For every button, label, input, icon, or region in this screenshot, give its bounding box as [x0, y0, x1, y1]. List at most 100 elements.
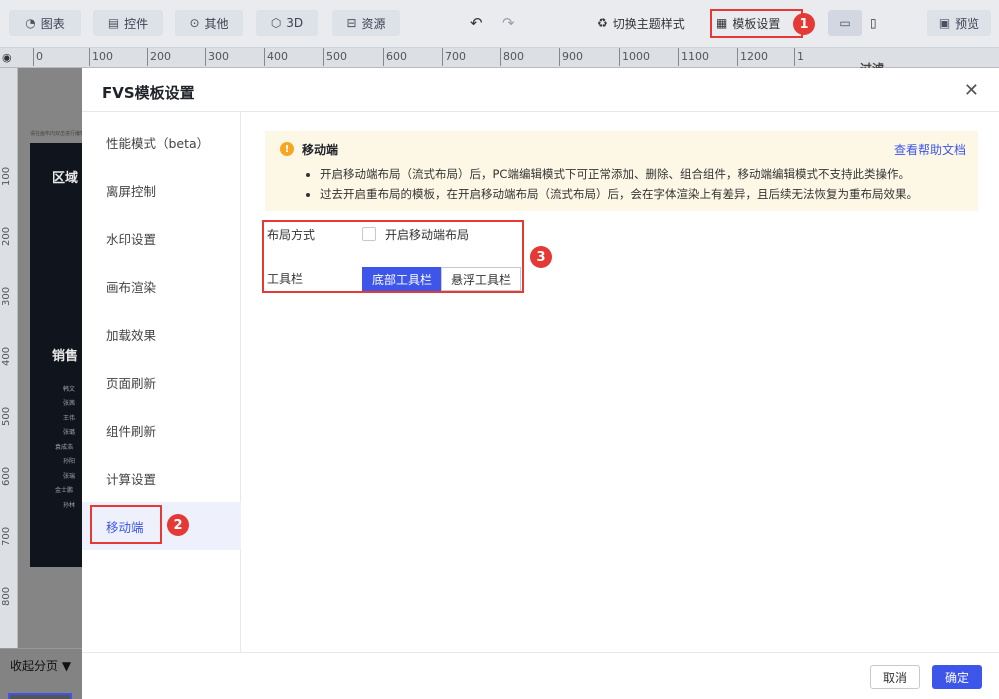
dialog-title: FVS模板设置 — [102, 84, 195, 102]
canvas-hint: 请在画布内双击进行编辑 — [30, 131, 86, 137]
preview-label: 预览 — [955, 16, 980, 31]
warning-icon: ! — [280, 142, 294, 156]
dashboard-panel[interactable]: 区域 销售 韩文 张茜 王伟 张璐 袁成浩 孙阳 张瑞 金士鹏 孙林 — [30, 143, 84, 567]
widget-icon: ▤ — [107, 16, 120, 30]
sidebar-item-calculation[interactable]: 计算设置 — [82, 454, 241, 502]
eye-icon[interactable]: ◉ — [2, 51, 12, 64]
settings-sidebar: 性能模式（beta） 离屏控制 水印设置 画布渲染 加载效果 页面刷新 组件刷新… — [82, 112, 241, 652]
sidebar-item-label: 加载效果 — [106, 327, 157, 343]
panel-name: 张瑞 — [63, 473, 76, 480]
panel-name: 孙林 — [63, 502, 76, 509]
dialog-footer: 取消 确定 — [82, 652, 999, 699]
ruler-tick: 800 — [500, 48, 524, 66]
chart-label: 图表 — [40, 16, 65, 31]
three-d-button[interactable]: ⬡ 3D — [256, 10, 318, 36]
main-toolbar: ◔ 图表 ▤ 控件 ⊙ 其他 ⬡ 3D ⊟ 资源 ↶ ↷ ♻ 切换主题样式 ▦ … — [0, 0, 999, 48]
sidebar-item-label: 水印设置 — [106, 231, 157, 247]
panel-name: 张璐 — [63, 429, 76, 436]
box-icon: ⊟ — [346, 16, 357, 30]
help-doc-link[interactable]: 查看帮助文档 — [894, 141, 966, 158]
collapse-pages-button[interactable]: 收起分页 ▼ — [10, 657, 71, 674]
annotation-badge-3: 3 — [530, 246, 552, 268]
ruler-tick: 800 — [1, 586, 12, 606]
page-thumbnail[interactable] — [8, 693, 72, 699]
resource-button[interactable]: ⊟ 资源 — [332, 10, 400, 36]
other-label: 其他 — [204, 16, 229, 31]
panel-name: 孙阳 — [63, 458, 76, 465]
dialog-header: FVS模板设置 ✕ — [82, 68, 999, 112]
phone-icon: ▯ — [870, 16, 877, 30]
preview-icon: ▣ — [938, 16, 951, 30]
other-button[interactable]: ⊙ 其他 — [175, 10, 243, 36]
cancel-button[interactable]: 取消 — [870, 665, 920, 689]
ruler-tick: 200 — [1, 226, 12, 246]
ruler-tick: 700 — [1, 526, 12, 546]
close-icon[interactable]: ✕ — [964, 80, 979, 101]
panel-name: 张茜 — [63, 400, 76, 407]
panel-title: 区域 — [52, 171, 79, 186]
ruler-tick: 0 — [33, 48, 43, 66]
widget-label: 控件 — [124, 16, 149, 31]
cube-icon: ⬡ — [270, 16, 282, 30]
theme-label: 切换主题样式 — [612, 16, 685, 31]
undo-icon: ↶ — [470, 14, 483, 32]
undo-button[interactable]: ↶ — [470, 10, 483, 36]
panel-name: 金士鹏 — [55, 487, 74, 494]
chart-button[interactable]: ◔ 图表 — [9, 10, 81, 36]
sidebar-item-performance[interactable]: 性能模式（beta） — [82, 118, 241, 166]
ruler-tick: 600 — [383, 48, 407, 66]
notice-title: 移动端 — [302, 143, 339, 157]
template-settings-dialog: FVS模板设置 ✕ 性能模式（beta） 离屏控制 水印设置 画布渲染 加载效果… — [82, 68, 999, 699]
notice-item: 过去开启重布局的模板，在开启移动端布局（流式布局）后，会在字体渲染上有差异，且后… — [320, 184, 918, 204]
panel-name: 袁成浩 — [55, 444, 74, 451]
confirm-button[interactable]: 确定 — [932, 665, 982, 689]
chart-icon: ◔ — [25, 16, 36, 30]
redo-button[interactable]: ↷ — [502, 10, 515, 36]
sidebar-item-widget-refresh[interactable]: 组件刷新 — [82, 406, 241, 454]
annotation-badge-2: 2 — [167, 514, 189, 536]
notice-list: 开启移动端布局（流式布局）后，PC端编辑模式下可正常添加、删除、组合组件，移动端… — [320, 164, 918, 204]
ruler-tick: 300 — [205, 48, 229, 66]
sidebar-item-label: 性能模式（beta） — [106, 135, 210, 151]
sidebar-item-offscreen[interactable]: 离屏控制 — [82, 166, 241, 214]
settings-content: ! 移动端 查看帮助文档 开启移动端布局（流式布局）后，PC端编辑模式下可正常添… — [242, 112, 999, 652]
ruler-tick: 700 — [442, 48, 466, 66]
top-ruler: 0 100 200 300 400 500 600 700 800 900 10… — [0, 48, 999, 68]
monitor-icon: ▭ — [839, 16, 851, 30]
ruler-tick: 100 — [1, 166, 12, 186]
widget-button[interactable]: ▤ 控件 — [93, 10, 163, 36]
sidebar-item-label: 画布渲染 — [106, 279, 157, 295]
panel-title: 销售 — [52, 349, 79, 364]
preview-button[interactable]: ▣ 预览 — [927, 10, 991, 36]
annotation-badge-1: 1 — [793, 13, 815, 35]
annotation-box-2 — [90, 505, 162, 544]
ruler-tick: 400 — [1, 346, 12, 366]
resource-label: 资源 — [361, 16, 386, 31]
left-ruler: 100 200 300 400 500 600 700 800 — [0, 68, 18, 648]
sidebar-item-watermark[interactable]: 水印设置 — [82, 214, 241, 262]
three-d-label: 3D — [286, 16, 304, 30]
redo-icon: ↷ — [502, 14, 515, 32]
theme-switch-button[interactable]: ♻ 切换主题样式 — [597, 10, 685, 36]
more-icon: ⊙ — [189, 16, 200, 30]
sidebar-item-loading[interactable]: 加载效果 — [82, 310, 241, 358]
mobile-view-button[interactable]: ▯ — [870, 10, 877, 36]
ruler-tick: 1000 — [619, 48, 650, 66]
sidebar-item-page-refresh[interactable]: 页面刷新 — [82, 358, 241, 406]
sidebar-item-label: 计算设置 — [106, 471, 157, 487]
ruler-tick: 900 — [559, 48, 583, 66]
ruler-tick: 500 — [323, 48, 347, 66]
sidebar-item-canvas-render[interactable]: 画布渲染 — [82, 262, 241, 310]
ruler-tick: 1100 — [678, 48, 709, 66]
theme-icon: ♻ — [597, 16, 608, 30]
ruler-tick: 500 — [1, 406, 12, 426]
panel-name: 韩文 — [63, 386, 76, 393]
notice-item: 开启移动端布局（流式布局）后，PC端编辑模式下可正常添加、删除、组合组件，移动端… — [320, 164, 918, 184]
panel-name: 王伟 — [63, 415, 76, 422]
ruler-tick: 1200 — [737, 48, 768, 66]
ruler-tick: 200 — [147, 48, 171, 66]
sidebar-item-label: 页面刷新 — [106, 375, 157, 391]
pc-view-button[interactable]: ▭ — [828, 10, 862, 36]
annotation-box-1 — [710, 9, 803, 38]
annotation-box-3 — [262, 220, 524, 293]
